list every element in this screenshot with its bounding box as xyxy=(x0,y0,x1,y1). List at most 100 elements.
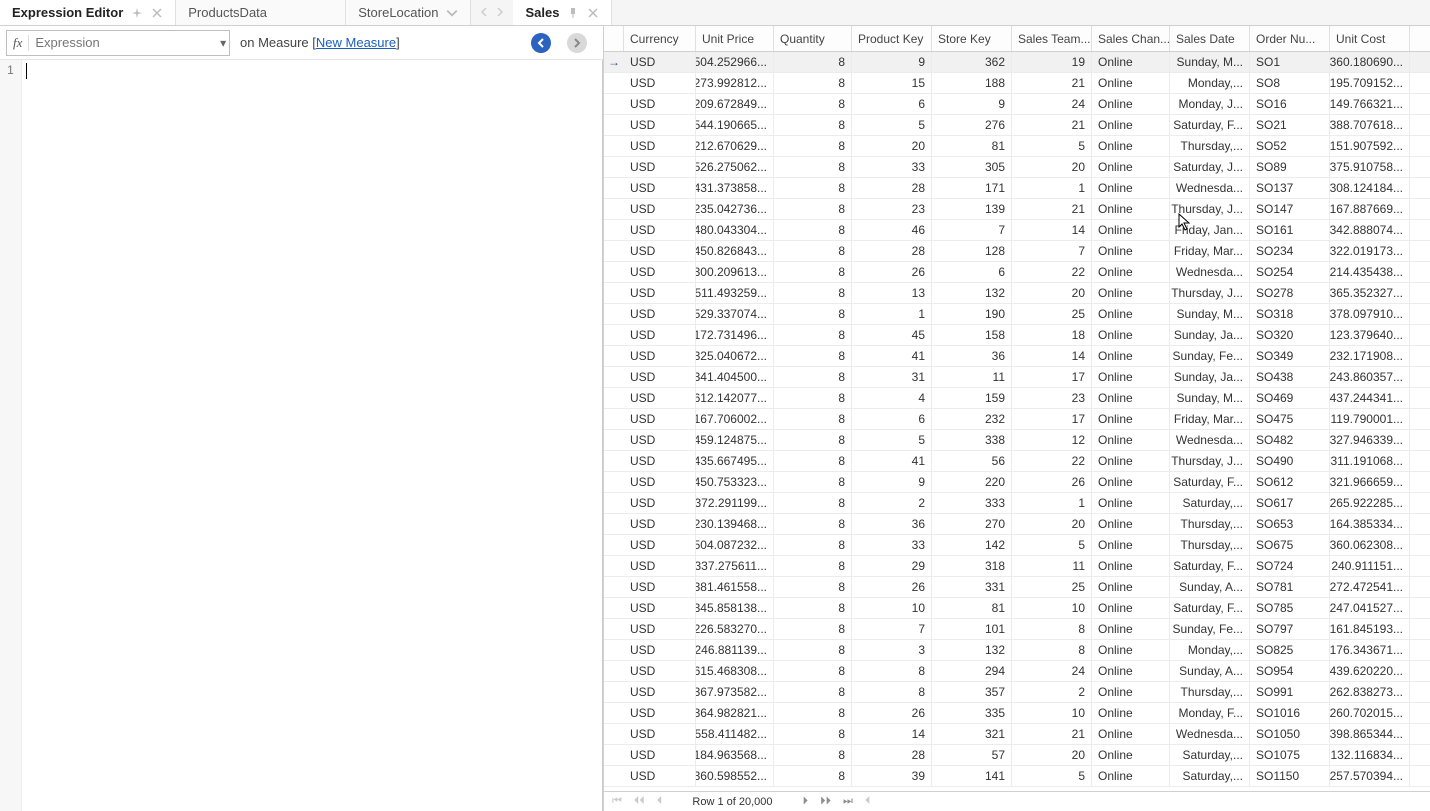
nav-back-button[interactable] xyxy=(531,33,551,53)
close-icon[interactable] xyxy=(151,7,163,19)
cell-salesTeam: 23 xyxy=(1012,388,1092,408)
page-next-fast-icon[interactable]: ⏵⏵ xyxy=(818,795,833,808)
table-row[interactable]: USD612.142077...8415923OnlineSunday, M..… xyxy=(604,388,1430,409)
table-row[interactable]: USD615.468308...8829424OnlineSunday, A..… xyxy=(604,661,1430,682)
cell-salesChannel: Online xyxy=(1092,472,1170,492)
cell-salesDate: Saturday, F... xyxy=(1170,556,1250,576)
cell-storeKey: 335 xyxy=(932,703,1012,723)
cell-orderNumber: SO653 xyxy=(1250,514,1330,534)
arrow-right-icon[interactable] xyxy=(495,6,505,20)
cell-unitPrice: 235.042736... xyxy=(696,199,774,219)
cell-unitCost: 123.379640... xyxy=(1330,325,1410,345)
pin-icon[interactable] xyxy=(131,7,143,19)
table-row[interactable]: USD364.982821...82633510OnlineMonday, F.… xyxy=(604,703,1430,724)
table-row[interactable]: USD526.275062...83330520OnlineSaturday, … xyxy=(604,157,1430,178)
col-productkey[interactable]: Product Key xyxy=(852,26,932,51)
cell-unitCost: 262.838273... xyxy=(1330,682,1410,702)
table-row[interactable]: USD450.753323...8922026OnlineSaturday, F… xyxy=(604,472,1430,493)
table-row[interactable]: USD246.881139...831328OnlineMonday,...SO… xyxy=(604,640,1430,661)
table-row[interactable]: USD273.992812...81518821OnlineMonday,...… xyxy=(604,73,1430,94)
table-row[interactable]: USD325.040672...8413614OnlineSunday, Fe.… xyxy=(604,346,1430,367)
cell-unitCost: 311.191068... xyxy=(1330,451,1410,471)
cell-quantity: 8 xyxy=(774,262,852,282)
table-row[interactable]: USD367.973582...883572OnlineThursday,...… xyxy=(604,682,1430,703)
page-play-icon[interactable]: ⏴ xyxy=(863,795,873,808)
cell-storeKey: 128 xyxy=(932,241,1012,261)
col-currency[interactable]: Currency xyxy=(624,26,696,51)
table-row[interactable]: USD360.598552...8391415OnlineSaturday,..… xyxy=(604,766,1430,787)
pin-icon[interactable] xyxy=(567,7,579,19)
table-row[interactable]: USD511.493259...81313220OnlineThursday, … xyxy=(604,283,1430,304)
table-row[interactable]: USD341.404500...8311117OnlineSunday, Ja.… xyxy=(604,367,1430,388)
expression-combo[interactable]: fx ▾ xyxy=(6,30,230,56)
table-row[interactable]: USD172.731496...84515818OnlineSunday, Ja… xyxy=(604,325,1430,346)
page-next-icon[interactable]: ⏵ xyxy=(801,795,811,808)
table-row[interactable]: USD235.042736...82313921OnlineThursday, … xyxy=(604,199,1430,220)
table-row[interactable]: USD300.209613...826622OnlineWednesda...S… xyxy=(604,262,1430,283)
cell-unitPrice: 431.373858... xyxy=(696,178,774,198)
table-row[interactable]: USD450.826843...8281287OnlineFriday, Mar… xyxy=(604,241,1430,262)
table-row[interactable]: USD230.139468...83627020OnlineThursday,.… xyxy=(604,514,1430,535)
chevron-down-icon[interactable]: ▾ xyxy=(217,36,229,50)
nav-forward-button[interactable] xyxy=(567,33,587,53)
page-last-icon[interactable]: ⏭ xyxy=(841,795,855,808)
table-row[interactable]: →USD504.252966...8936219OnlineSunday, M.… xyxy=(604,52,1430,73)
cell-salesDate: Thursday,... xyxy=(1170,682,1250,702)
table-row[interactable]: USD212.670629...820815OnlineThursday,...… xyxy=(604,136,1430,157)
arrow-left-icon[interactable] xyxy=(479,6,489,20)
grid-header: Currency Unit Price Quantity Product Key… xyxy=(604,26,1430,52)
tab-expression-editor[interactable]: Expression Editor xyxy=(0,0,176,25)
close-icon[interactable] xyxy=(587,7,599,19)
col-saleschannel[interactable]: Sales Chan... xyxy=(1092,26,1170,51)
cell-storeKey: 276 xyxy=(932,115,1012,135)
col-salesdate[interactable]: Sales Date xyxy=(1170,26,1250,51)
cell-currency: USD xyxy=(624,430,696,450)
grid-body[interactable]: →USD504.252966...8936219OnlineSunday, M.… xyxy=(604,52,1430,791)
table-row[interactable]: USD529.337074...8119025OnlineSunday, M..… xyxy=(604,304,1430,325)
cell-currency: USD xyxy=(624,493,696,513)
table-row[interactable]: USD372.291199...823331OnlineSaturday,...… xyxy=(604,493,1430,514)
tab-products-data[interactable]: ProductsData xyxy=(176,0,346,25)
cell-productKey: 31 xyxy=(852,367,932,387)
table-row[interactable]: USD345.858138...8108110OnlineSaturday, F… xyxy=(604,598,1430,619)
col-unitprice[interactable]: Unit Price xyxy=(696,26,774,51)
tab-store-location[interactable]: StoreLocation xyxy=(346,0,471,25)
cell-unitCost: 240.911151... xyxy=(1330,556,1410,576)
page-prev-icon[interactable]: ⏴ xyxy=(655,795,665,808)
expression-input[interactable] xyxy=(29,35,217,50)
cell-storeKey: 139 xyxy=(932,199,1012,219)
table-row[interactable]: USD480.043304...846714OnlineFriday, Jan.… xyxy=(604,220,1430,241)
col-salesteam[interactable]: Sales Team... xyxy=(1012,26,1092,51)
table-row[interactable]: USD431.373858...8281711OnlineWednesda...… xyxy=(604,178,1430,199)
chevron-down-icon[interactable] xyxy=(446,7,458,19)
table-row[interactable]: USD226.583270...871018OnlineSunday, Fe..… xyxy=(604,619,1430,640)
table-row[interactable]: USD544.190665...8527621OnlineSaturday, F… xyxy=(604,115,1430,136)
cell-salesTeam: 1 xyxy=(1012,178,1092,198)
col-unitcost[interactable]: Unit Cost xyxy=(1330,26,1410,51)
table-row[interactable]: USD459.124875...8533812OnlineWednesda...… xyxy=(604,430,1430,451)
new-measure-link[interactable]: New Measure xyxy=(316,35,396,50)
table-row[interactable]: USD558.411482...81432121OnlineWednesda..… xyxy=(604,724,1430,745)
row-indicator xyxy=(604,136,624,156)
cell-salesDate: Sunday, Fe... xyxy=(1170,346,1250,366)
cell-currency: USD xyxy=(624,241,696,261)
table-row[interactable]: USD504.087232...8331425OnlineThursday,..… xyxy=(604,535,1430,556)
row-indicator xyxy=(604,619,624,639)
table-row[interactable]: USD337.275611...82931811OnlineSaturday, … xyxy=(604,556,1430,577)
page-prev-fast-icon[interactable]: ⏴⏴ xyxy=(632,795,647,808)
table-row[interactable]: USD184.963568...8285720OnlineSaturday,..… xyxy=(604,745,1430,766)
col-ordernumber[interactable]: Order Nu... xyxy=(1250,26,1330,51)
code-editor[interactable] xyxy=(22,60,603,811)
col-quantity[interactable]: Quantity xyxy=(774,26,852,51)
table-row[interactable]: USD167.706002...8623217OnlineFriday, Mar… xyxy=(604,409,1430,430)
cell-productKey: 8 xyxy=(852,682,932,702)
cell-productKey: 9 xyxy=(852,472,932,492)
col-storekey[interactable]: Store Key xyxy=(932,26,1012,51)
table-row[interactable]: USD209.672849...86924OnlineMonday, J...S… xyxy=(604,94,1430,115)
tab-sales[interactable]: Sales xyxy=(513,0,612,25)
cell-unitPrice: 450.753323... xyxy=(696,472,774,492)
page-first-icon[interactable]: ⏮ xyxy=(610,795,624,808)
table-row[interactable]: USD435.667495...8415622OnlineThursday, J… xyxy=(604,451,1430,472)
cell-storeKey: 56 xyxy=(932,451,1012,471)
table-row[interactable]: USD381.461558...82633125OnlineSunday, A.… xyxy=(604,577,1430,598)
